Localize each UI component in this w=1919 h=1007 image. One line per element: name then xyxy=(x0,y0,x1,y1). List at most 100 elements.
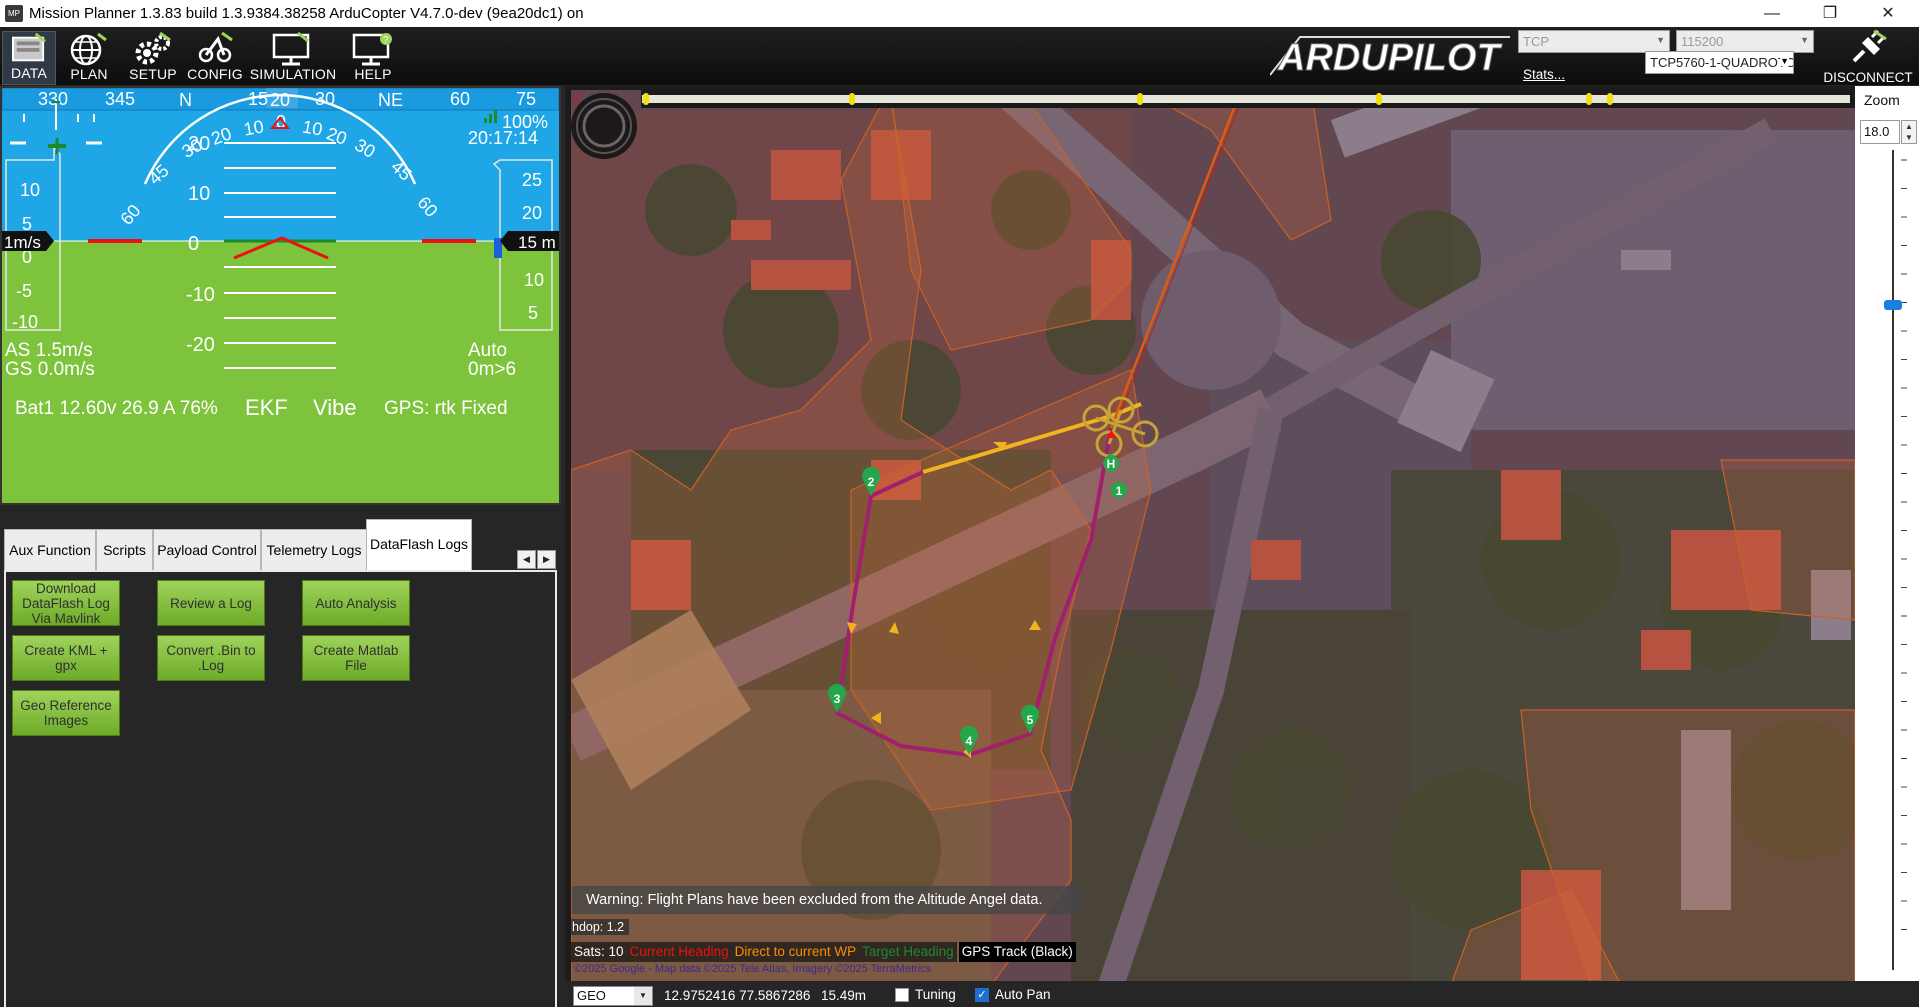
airspeed-text: AS 1.5m/s xyxy=(5,340,93,361)
waypoint-label: 3 xyxy=(834,692,841,706)
disconnect-label: DISCONNECT xyxy=(1823,70,1913,85)
config-button[interactable]: CONFIG xyxy=(184,31,246,85)
create-matlab-button[interactable]: Create Matlab File xyxy=(302,635,410,681)
legend-target-heading: Target Heading xyxy=(859,942,957,962)
zoom-slider[interactable] xyxy=(1855,150,1919,981)
chevron-down-icon: ▼ xyxy=(1656,35,1665,45)
pitch-mark: 20 xyxy=(188,133,210,155)
baud-rate-value: 115200 xyxy=(1681,34,1724,49)
altitude-angel-warning: Warning: Flight Plans have been excluded… xyxy=(572,886,1082,914)
pitch-mark: -10 xyxy=(186,284,215,306)
app-logo-icon: MP xyxy=(5,5,23,22)
review-log-button[interactable]: Review a Log xyxy=(157,580,265,626)
heading-tick: 330 xyxy=(38,89,68,109)
chevron-down-icon: ▼ xyxy=(1800,35,1809,45)
tab-scroll-left-button[interactable]: ◀ xyxy=(517,550,536,569)
convert-bin-button[interactable]: Convert .Bin to .Log xyxy=(157,635,265,681)
flight-mode: Auto xyxy=(468,340,507,361)
groundspeed-text: GS 0.0m/s xyxy=(5,359,95,380)
maximize-button[interactable]: ❐ xyxy=(1801,0,1859,27)
alt-scale-mark: 25 xyxy=(522,170,542,190)
zoom-input[interactable]: 18.0 xyxy=(1860,120,1900,144)
config-label: CONFIG xyxy=(187,66,243,82)
satellite-map[interactable]: H 1 2 3 4 5 0 xyxy=(571,90,1855,985)
dataflash-tab-content: Download DataFlash Log Via Mavlink Revie… xyxy=(4,570,557,1007)
simulation-button[interactable]: SIMULATION xyxy=(248,31,338,85)
data-screen-icon xyxy=(12,32,46,62)
coordinate-system-value: GEO xyxy=(577,988,606,1003)
zoom-slider-thumb[interactable] xyxy=(1884,300,1902,310)
window-title: Mission Planner 1.3.83 build 1.3.9384.38… xyxy=(29,5,584,22)
zoom-spinner[interactable]: ▲ ▼ xyxy=(1901,120,1917,144)
minimize-button[interactable]: — xyxy=(1743,0,1801,27)
data-label: DATA xyxy=(10,65,48,81)
tab-dataflash-logs[interactable]: DataFlash Logs xyxy=(366,519,472,570)
waypoint-label: 2 xyxy=(868,475,875,489)
tuning-label: Tuning xyxy=(915,987,956,1002)
hud-sky xyxy=(2,88,559,241)
spin-down-icon[interactable]: ▼ xyxy=(1902,132,1916,143)
logo-text: ARDUPILOT xyxy=(1277,37,1502,77)
altitude-text: 15.49m xyxy=(821,988,867,1003)
baud-rate-select[interactable]: 115200 ▼ xyxy=(1676,30,1814,53)
zoom-slider-ticks xyxy=(1901,159,1907,930)
speed-value: 1m/s xyxy=(4,233,41,252)
speed-scale-mark: -10 xyxy=(12,312,38,332)
svg-text:?: ? xyxy=(383,35,389,46)
tab-aux-function[interactable]: Aux Function xyxy=(4,529,96,570)
disconnect-button[interactable]: DISCONNECT xyxy=(1820,29,1916,85)
auto-analysis-button[interactable]: Auto Analysis xyxy=(302,580,410,626)
heading-tick: 60 xyxy=(450,89,470,109)
waypoint-label: 1 xyxy=(1116,484,1123,498)
pitch-mark: -20 xyxy=(186,334,215,356)
spin-up-icon[interactable]: ▲ xyxy=(1902,121,1916,132)
setup-label: SETUP xyxy=(129,66,177,82)
pitch-mark: 0 xyxy=(188,233,199,255)
heading-tick: N xyxy=(179,90,192,110)
waypoint-label: H xyxy=(1107,457,1116,471)
legend-gps-track: GPS Track (Black) xyxy=(958,942,1076,962)
close-button[interactable]: ✕ xyxy=(1859,0,1917,27)
hud-panel[interactable]: 330 345 N 15 30 NE 60 75 20 60 45 30 20 … xyxy=(0,86,561,505)
battery-status: Bat1 12.60v 26.9 A 76% xyxy=(15,398,218,419)
alt-scale-mark: 10 xyxy=(524,270,544,290)
tabs-panel: Aux Function Scripts Payload Control Tel… xyxy=(0,505,561,1007)
waypoint-marker-icon[interactable]: 1 xyxy=(1111,482,1127,498)
map-compass-icon xyxy=(571,93,637,159)
tab-payload-control[interactable]: Payload Control xyxy=(153,529,261,570)
connection-select[interactable]: TCP5760-1-QUADROTOR ▼ xyxy=(1645,51,1794,74)
speed-scale-mark: 10 xyxy=(20,180,40,200)
setup-button[interactable]: SETUP xyxy=(122,31,184,85)
create-kml-button[interactable]: Create KML + gpx xyxy=(12,635,120,681)
tuning-checkbox[interactable] xyxy=(895,988,909,1002)
speed-scale-mark: -5 xyxy=(16,281,32,301)
roll-mark: 10 xyxy=(242,116,265,139)
tab-telemetry-logs[interactable]: Telemetry Logs xyxy=(261,529,367,570)
gear-icon xyxy=(135,31,171,65)
data-button[interactable]: DATA xyxy=(2,31,56,85)
heading-value: 20 xyxy=(270,90,290,110)
ekf-status: EKF xyxy=(245,395,288,420)
status-bar: GEO ▼ 12.9752416 77.5867286 15.49m Tunin… xyxy=(565,981,1919,1007)
vibe-status: Vibe xyxy=(313,395,357,420)
legend-current-heading: Current Heading xyxy=(626,942,732,962)
coordinates-text: 12.9752416 77.5867286 xyxy=(664,988,811,1003)
title-bar: MP Mission Planner 1.3.83 build 1.3.9384… xyxy=(0,0,1919,27)
coordinate-system-select[interactable]: GEO ▼ xyxy=(573,986,653,1006)
connection-type-select[interactable]: TCP ▼ xyxy=(1518,30,1670,53)
geo-reference-button[interactable]: Geo Reference Images xyxy=(12,690,120,736)
waypoint-label: 4 xyxy=(966,734,973,748)
stats-link[interactable]: Stats... xyxy=(1523,67,1565,82)
pitch-mark: 10 xyxy=(188,183,210,205)
globe-icon xyxy=(70,32,107,66)
download-dataflash-button[interactable]: Download DataFlash Log Via Mavlink xyxy=(12,580,120,626)
tab-scripts[interactable]: Scripts xyxy=(96,529,153,570)
simulation-label: SIMULATION xyxy=(249,66,337,82)
tab-scroll-right-button[interactable]: ▶ xyxy=(537,550,556,569)
hdop-label: hdop: 1.2 xyxy=(571,919,629,935)
alt-scale-mark: 20 xyxy=(522,203,542,223)
auto-pan-label: Auto Pan xyxy=(995,987,1051,1002)
auto-pan-checkbox[interactable]: ✓ xyxy=(975,988,989,1002)
plan-button[interactable]: PLAN xyxy=(58,31,120,85)
help-button[interactable]: ? HELP xyxy=(340,31,406,85)
